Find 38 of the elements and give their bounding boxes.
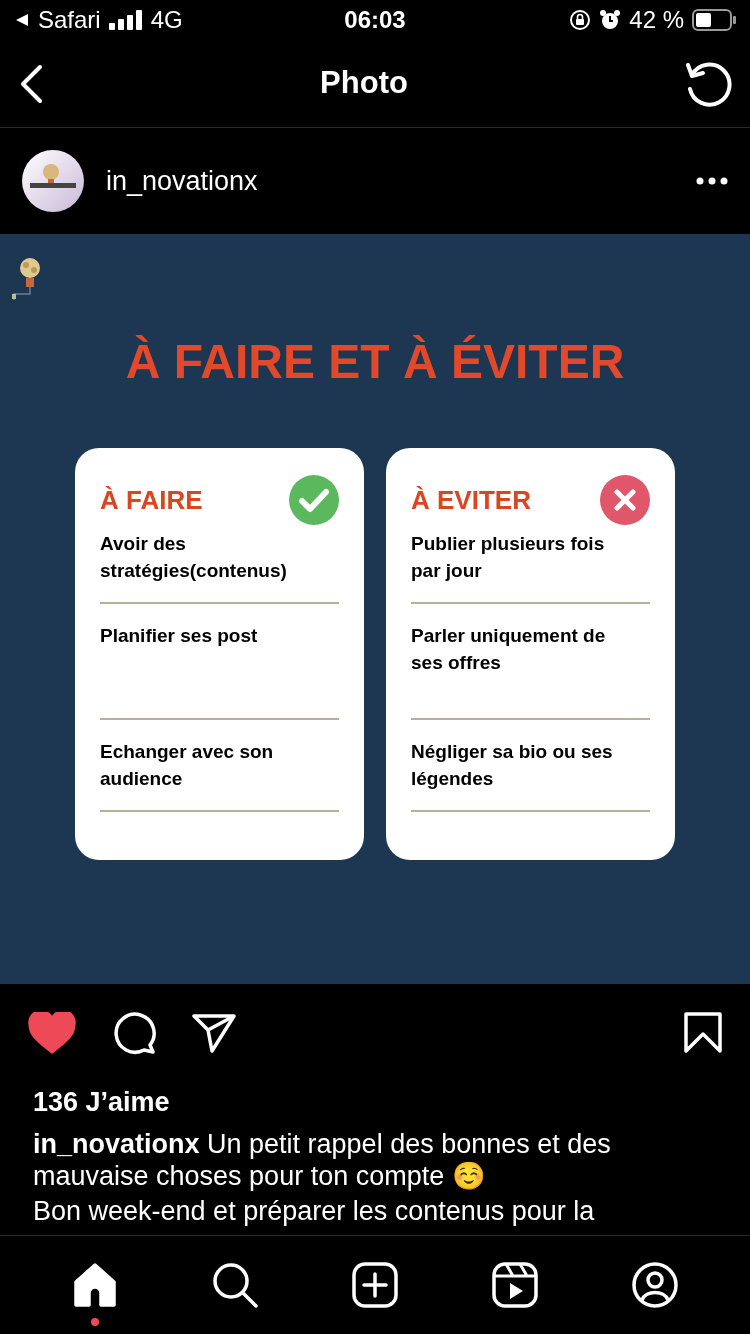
heart-icon[interactable] xyxy=(28,1012,76,1054)
alarm-icon xyxy=(599,9,622,31)
profile-icon[interactable] xyxy=(632,1262,678,1308)
battery-percent: 42 % xyxy=(629,5,684,35)
back-arrow-icon[interactable] xyxy=(14,12,30,28)
reels-icon[interactable] xyxy=(492,1262,538,1308)
card-item-text: Parler uniquement de ses offres xyxy=(411,624,607,675)
comment-icon[interactable] xyxy=(112,1011,156,1055)
card-item-text: Négliger sa bio ou ses légendes xyxy=(411,740,614,791)
like-count[interactable]: 136 J’aime xyxy=(0,1082,750,1122)
card-item-text: Avoir des stratégies(contenus) xyxy=(100,532,288,583)
clock: 06:03 xyxy=(343,5,407,35)
post-headline: À FAIRE ET À ÉVITER xyxy=(125,334,625,390)
add-icon[interactable] xyxy=(352,1262,398,1308)
card-item-text: Planifier ses post xyxy=(100,624,259,648)
search-icon[interactable] xyxy=(212,1262,258,1308)
refresh-icon[interactable] xyxy=(684,60,732,107)
network-label: 4G xyxy=(150,5,183,35)
profile-avatar[interactable] xyxy=(22,150,84,212)
card-heading: À EVITER xyxy=(411,483,531,517)
caption-text: in_novationx Un petit rappel des bonnes et des mauvaise choses pour ton compte ☺ xyxy=(33,1128,612,1192)
card-heading: À FAIRE xyxy=(100,483,203,517)
battery-icon xyxy=(692,9,736,31)
rotation-lock-icon xyxy=(569,9,592,31)
back-app-label[interactable]: Safari xyxy=(38,2,101,38)
username[interactable]: in_novationx xyxy=(106,160,674,202)
more-icon[interactable] xyxy=(696,177,728,185)
back-icon[interactable] xyxy=(18,63,44,104)
check-icon xyxy=(289,475,339,525)
home-icon[interactable] xyxy=(72,1262,118,1308)
cross-icon xyxy=(600,475,650,525)
signal-icon xyxy=(108,10,143,30)
caption-text: Bon week-end et préparer les contenus pour la xyxy=(33,1195,596,1226)
card-item-text: Echanger avec son audience xyxy=(100,740,275,791)
bookmark-icon[interactable] xyxy=(684,1012,722,1054)
card-item-text: Publier plusieurs fois par jour xyxy=(411,532,606,583)
page-title: Photo xyxy=(320,64,408,103)
send-icon[interactable] xyxy=(192,1013,236,1053)
